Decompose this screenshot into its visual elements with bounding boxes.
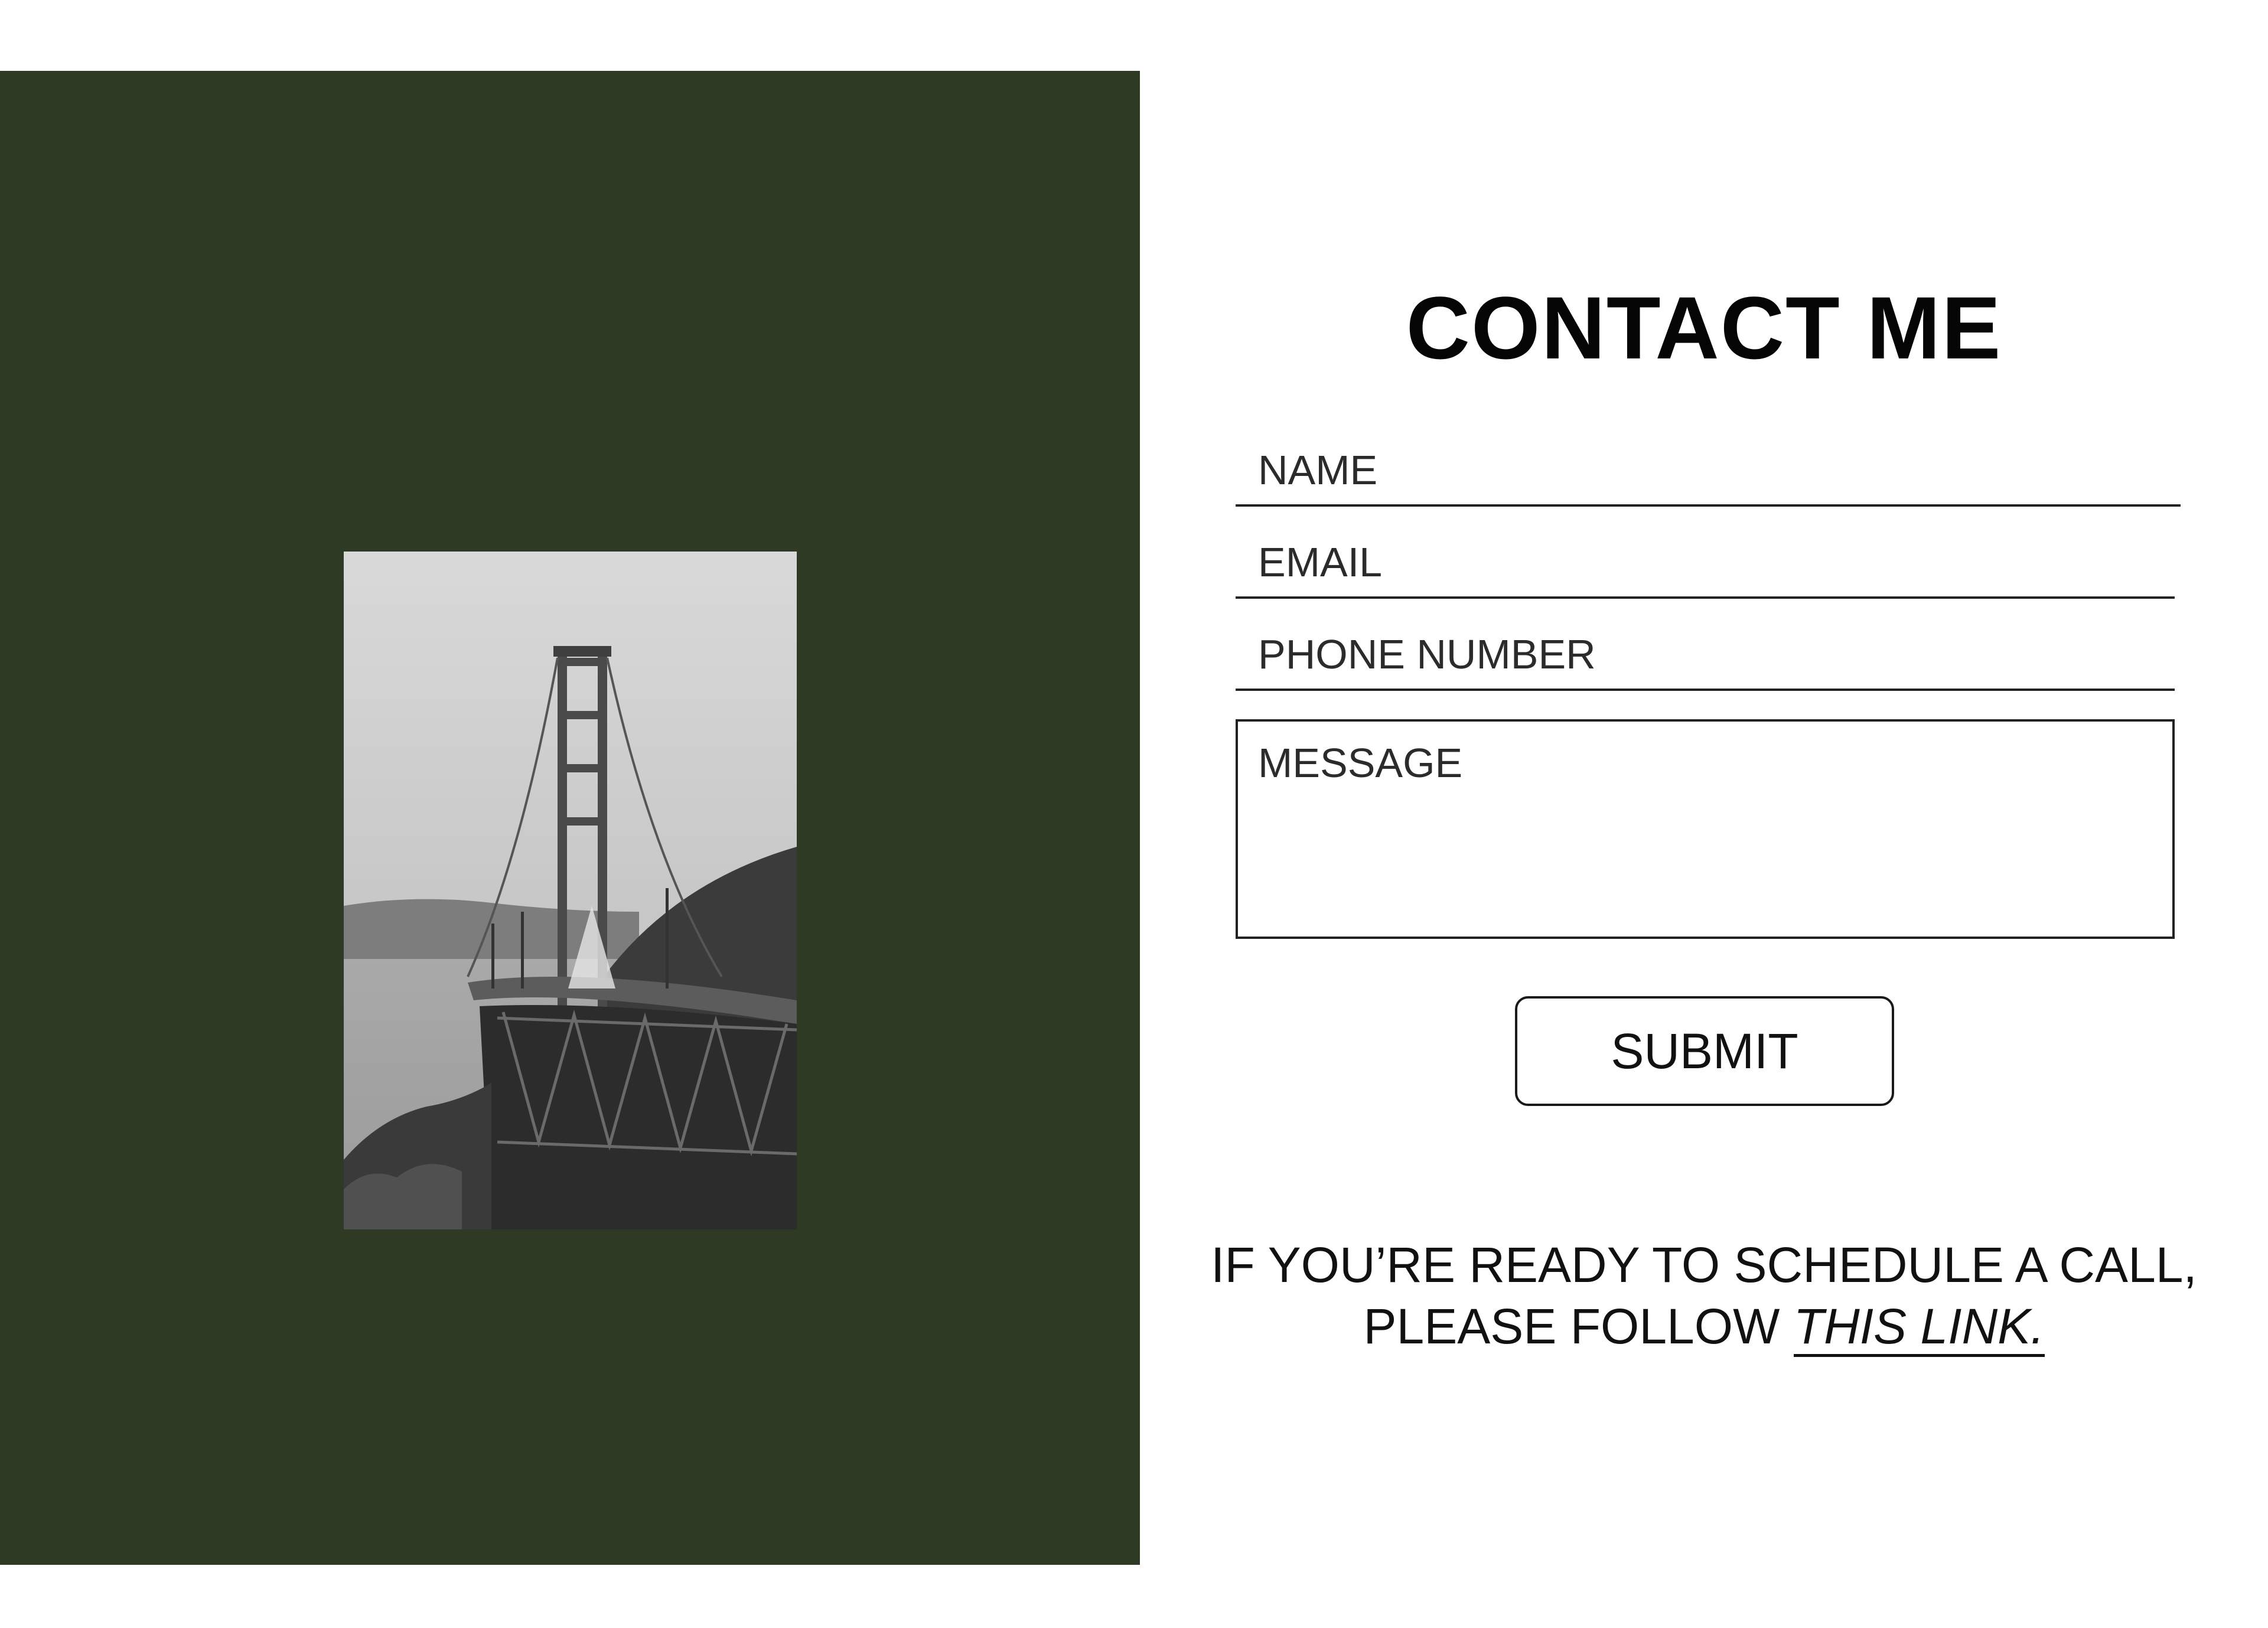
contact-panel: CONTACT ME NAME EMAIL PHONE NUMBER MESSA… <box>1140 0 2268 1628</box>
message-placeholder: MESSAGE <box>1258 740 1463 786</box>
message-field[interactable]: MESSAGE <box>1236 719 2175 939</box>
cta-line-1: IF YOU’RE READY TO SCHEDULE A CALL, <box>1211 1237 2197 1293</box>
cta-line-2: PLEASE FOLLOW THIS LINK. <box>1140 1296 2268 1357</box>
bridge-photo <box>344 552 797 1229</box>
page-title: CONTACT ME <box>1406 278 2002 377</box>
schedule-call-text: IF YOU’RE READY TO SCHEDULE A CALL, PLEA… <box>1140 1234 2268 1357</box>
phone-placeholder: PHONE NUMBER <box>1258 631 1596 677</box>
name-field[interactable]: NAME <box>1236 430 2181 507</box>
schedule-call-link[interactable]: THIS LINK. <box>1793 1299 2045 1357</box>
schedule-call-link-text: THIS LINK <box>1793 1299 2031 1354</box>
bridge-photo-illustration <box>344 552 797 1229</box>
phone-field[interactable]: PHONE NUMBER <box>1236 614 2175 691</box>
cta-line-2-prefix: PLEASE FOLLOW <box>1363 1299 1794 1354</box>
left-panel <box>0 71 1140 1565</box>
submit-button[interactable]: SUBMIT <box>1515 996 1894 1106</box>
name-placeholder: NAME <box>1258 447 1378 493</box>
schedule-call-link-period: . <box>2031 1299 2045 1354</box>
email-field[interactable]: EMAIL <box>1236 522 2175 599</box>
email-placeholder: EMAIL <box>1258 539 1383 585</box>
